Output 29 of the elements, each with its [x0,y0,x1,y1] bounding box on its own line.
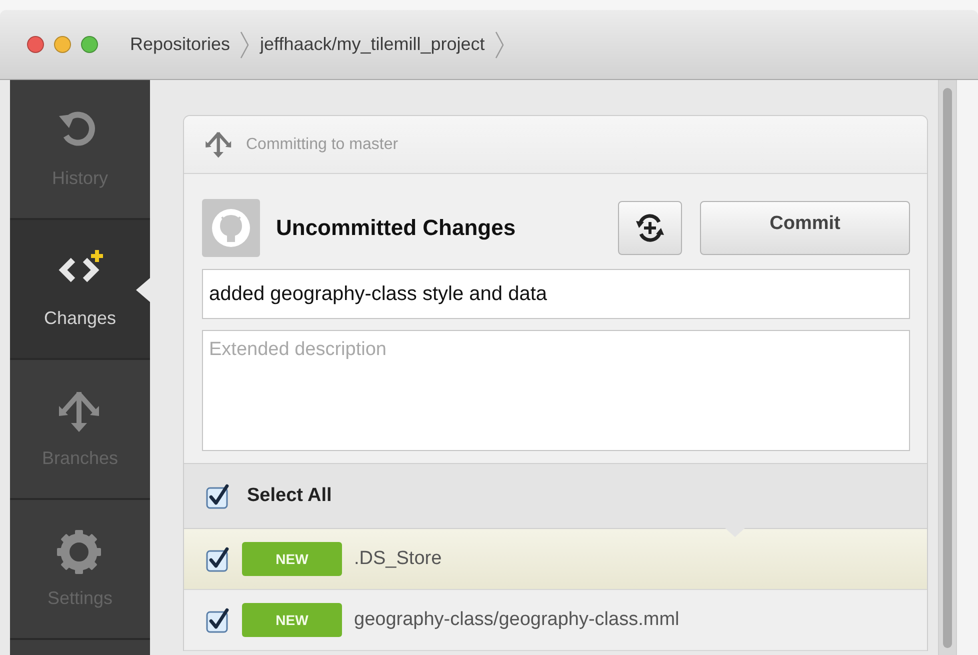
breadcrumb-link[interactable]: Repositories [130,34,230,55]
branch-icon [204,130,234,158]
file-row[interactable]: NEW .DS_Store [184,529,927,590]
chevron-icon [240,30,250,58]
status-badge: NEW [242,542,342,576]
close-button[interactable] [27,36,44,53]
status-badge: NEW [242,603,342,637]
select-all-label: Select All [247,485,332,507]
summary-field[interactable]: added geography-class style and data [202,269,910,319]
minimize-button[interactable] [54,36,71,53]
sidebar-tab[interactable]: Changes [10,220,150,358]
section-title: Uncommitted Changes [276,215,517,241]
breadcrumb-link[interactable]: jeffhaack/my_tilemill_project [260,34,485,55]
branch-label: Committing to master [246,136,398,154]
chevron-icon [494,30,505,58]
file-path: .DS_Store [354,548,442,570]
scrollbar-thumb[interactable] [943,88,952,648]
sync-button[interactable] [618,201,682,255]
checkbox[interactable] [206,608,229,632]
checkbox[interactable] [206,546,229,572]
description-field[interactable]: Extended description [202,330,910,451]
file-path: geography-class/geography-class.mml [354,609,680,631]
settings-icon [57,530,103,574]
checkbox[interactable] [206,484,229,508]
sync-plus-icon [635,213,665,243]
octocat-icon [211,208,251,248]
zoom-button[interactable] [81,36,98,53]
selection-pointer [136,278,150,302]
commit-button[interactable]: Commit [700,201,910,255]
